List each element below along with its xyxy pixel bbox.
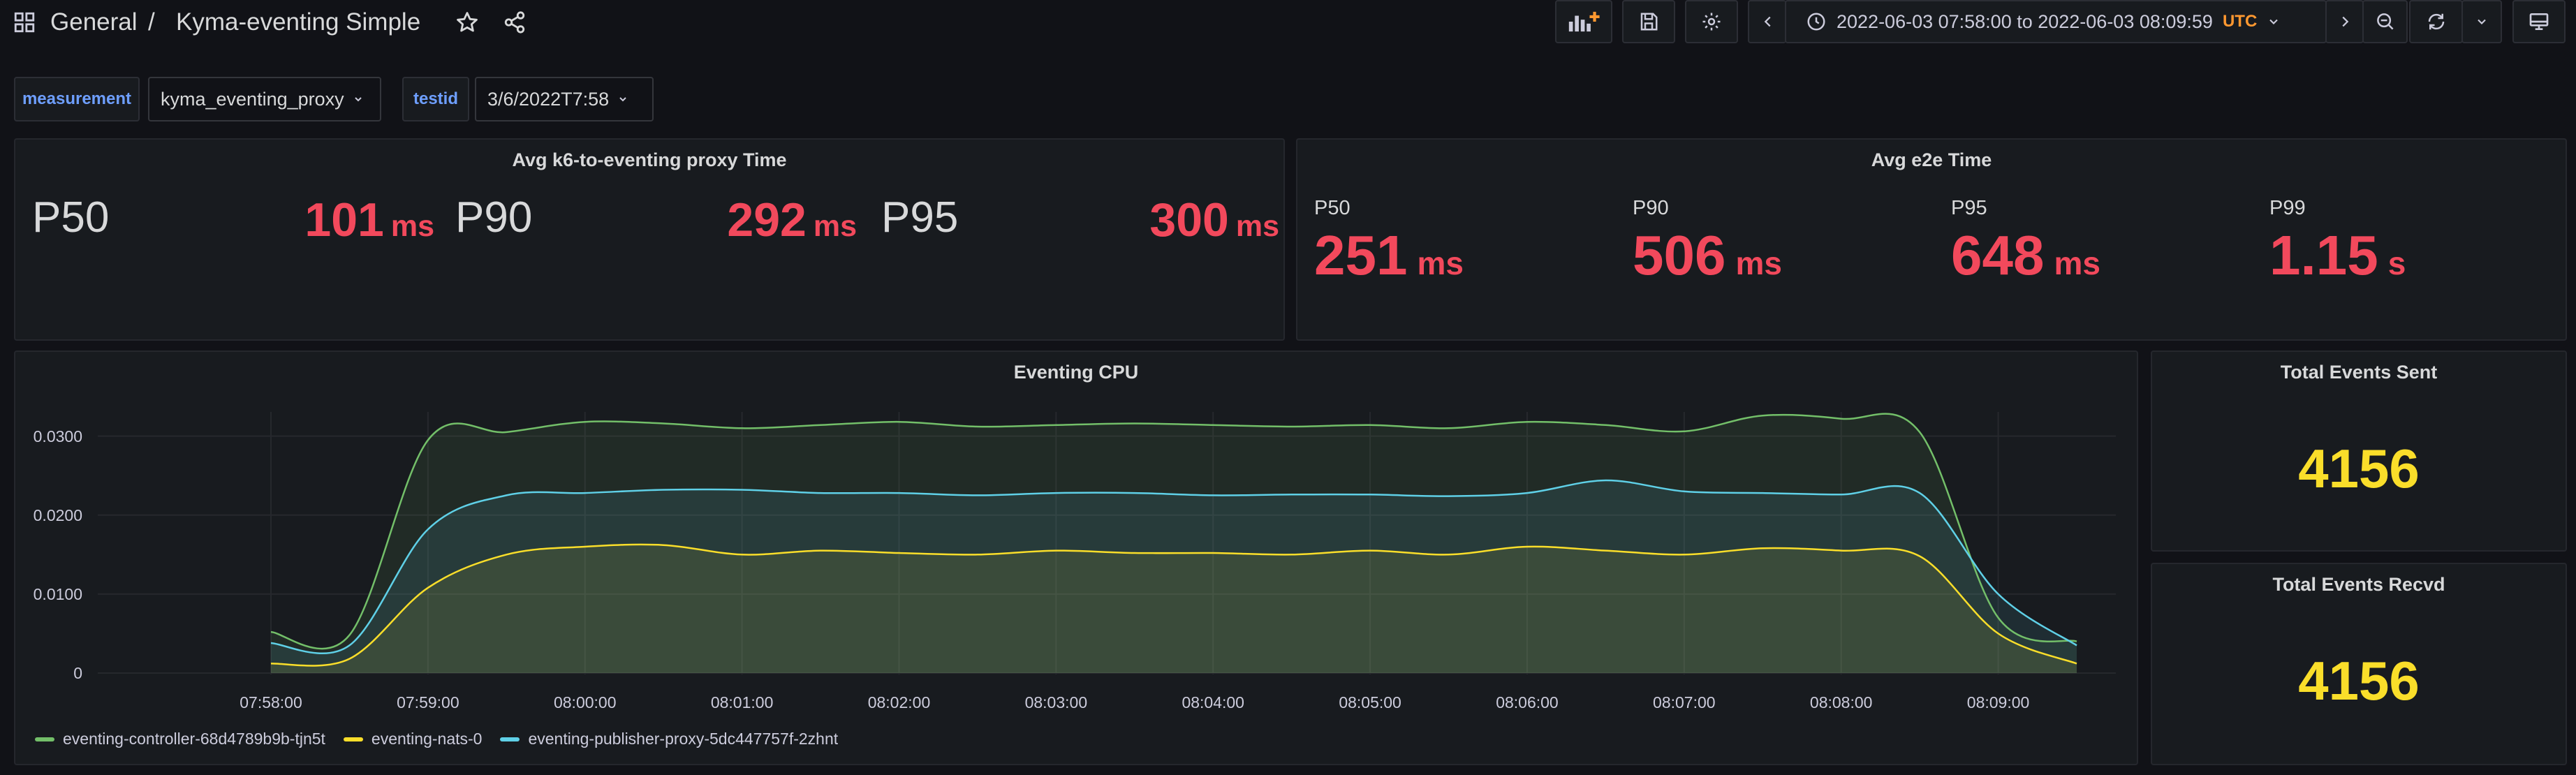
x-tick-label: 07:58:00 — [240, 693, 302, 711]
panel-title[interactable]: Total Events Recvd — [2152, 574, 2566, 596]
chart-legend: eventing-controller-68d4789b9b-tjn5t eve… — [35, 730, 838, 748]
legend-item-controller[interactable]: eventing-controller-68d4789b9b-tjn5t — [35, 730, 325, 748]
y-tick-label: 0.0200 — [33, 505, 82, 524]
legend-item-nats[interactable]: eventing-nats-0 — [343, 730, 483, 748]
x-tick-label: 08:05:00 — [1339, 693, 1401, 711]
x-tick-label: 08:01:00 — [710, 693, 774, 711]
x-tick-label: 08:07:00 — [1653, 693, 1716, 711]
series-area-2 — [271, 480, 2077, 673]
panel-total-events-recvd: Total Events Recvd 4156 — [2151, 563, 2567, 765]
legend-swatch — [500, 737, 520, 741]
total-recvd-value: 4156 — [2298, 650, 2420, 711]
y-tick-label: 0.0100 — [33, 584, 82, 603]
x-tick-label: 08:06:00 — [1496, 693, 1559, 711]
x-tick-label: 08:08:00 — [1809, 693, 1873, 711]
x-tick-label: 08:00:00 — [553, 693, 617, 711]
legend-label: eventing-publisher-proxy-5dc447757f-2zhn… — [528, 730, 839, 748]
legend-item-publisher-proxy[interactable]: eventing-publisher-proxy-5dc447757f-2zhn… — [500, 730, 838, 748]
x-tick-label: 08:02:00 — [867, 693, 931, 711]
legend-label: eventing-controller-68d4789b9b-tjn5t — [63, 730, 325, 748]
y-tick-label: 0 — [73, 664, 82, 682]
panel-total-events-sent: Total Events Sent 4156 — [2151, 350, 2567, 552]
legend-label: eventing-nats-0 — [371, 730, 483, 748]
x-tick-label: 07:59:00 — [397, 693, 459, 711]
x-tick-label: 08:04:00 — [1182, 693, 1244, 711]
x-tick-label: 08:09:00 — [1966, 693, 2030, 711]
x-tick-label: 08:03:00 — [1024, 693, 1088, 711]
legend-swatch — [343, 737, 363, 741]
total-sent-value: 4156 — [2298, 438, 2420, 499]
legend-swatch — [35, 737, 54, 741]
y-tick-label: 0.0300 — [33, 427, 82, 445]
panel-title[interactable]: Total Events Sent — [2152, 362, 2566, 383]
